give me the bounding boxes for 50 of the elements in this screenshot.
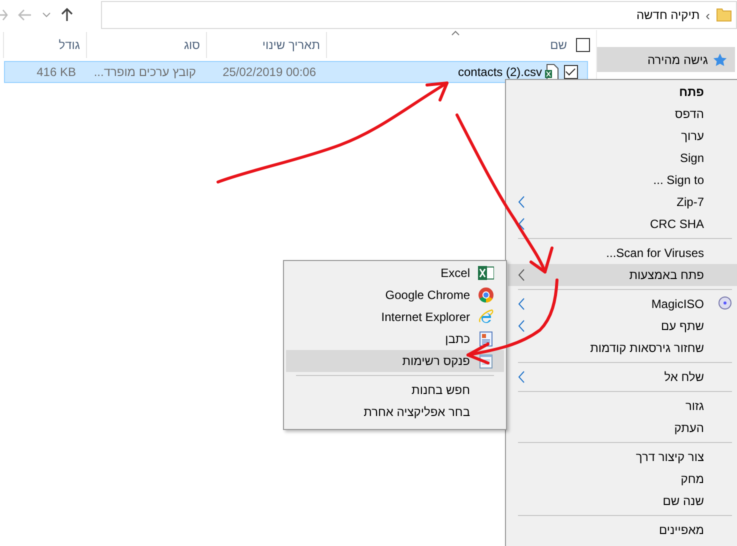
menu-item[interactable]: בחר אפליקציה אחרת: [286, 401, 504, 423]
browser-e-icon: [478, 309, 494, 325]
menu-item[interactable]: 7-Zip: [508, 191, 737, 213]
spreadsheet-app-icon: [478, 265, 494, 281]
breadcrumb-separator[interactable]: ›: [706, 8, 710, 22]
row-checkbox[interactable]: [564, 65, 578, 79]
menu-item[interactable]: Excel: [286, 262, 504, 284]
menu-item[interactable]: שלח אל: [508, 366, 737, 388]
menu-item[interactable]: MagicISO: [508, 293, 737, 315]
breadcrumb[interactable]: תיקיה חדשה: [636, 8, 700, 22]
menu-item[interactable]: Internet Explorer: [286, 306, 504, 328]
menu-item[interactable]: מחק: [508, 468, 737, 490]
document-app-icon: [478, 331, 494, 347]
browser-icon: [478, 287, 494, 303]
file-name: contacts (2).csv: [458, 65, 542, 79]
menu-item[interactable]: Sign: [508, 147, 737, 169]
menu-item[interactable]: הדפס: [508, 103, 737, 125]
column-header[interactable]: סוג: [86, 32, 206, 58]
menu-item[interactable]: שתף עם: [508, 315, 737, 337]
dropdown-icon[interactable]: [42, 12, 51, 18]
up-arrow-icon[interactable]: [61, 8, 73, 22]
menu-item[interactable]: פנקס רשימות: [286, 350, 504, 372]
menu-item[interactable]: פתח: [508, 81, 737, 103]
column-header[interactable]: שם: [550, 38, 567, 52]
menu-item[interactable]: מאפיינים: [508, 519, 737, 541]
column-header[interactable]: גודל: [3, 32, 86, 58]
spreadsheet-file-icon: [545, 64, 559, 80]
folder-icon: [716, 8, 732, 22]
menu-item[interactable]: פתח באמצעות: [508, 264, 737, 286]
disc-icon: [718, 296, 732, 310]
table-cell: קובץ ערכים מופרד...: [94, 65, 196, 79]
select-all-checkbox[interactable]: [576, 38, 590, 52]
sidebar-item[interactable]: גישה מהירה: [597, 47, 735, 72]
menu-item[interactable]: Google Chrome: [286, 284, 504, 306]
star-icon: [713, 52, 727, 66]
menu-item[interactable]: Scan for Viruses...: [508, 242, 737, 264]
column-header[interactable]: תאריך שינוי: [206, 32, 326, 58]
sort-caret-icon: [451, 30, 460, 36]
menu-item[interactable]: Sign to ...: [508, 169, 737, 191]
menu-item[interactable]: העתק: [508, 417, 737, 439]
menu-item[interactable]: שחזור גירסאות קודמות: [508, 337, 737, 359]
menu-item[interactable]: צור קיצור דרך: [508, 446, 737, 468]
menu-item[interactable]: גזור: [508, 395, 737, 417]
table-cell: 416 KB: [36, 65, 76, 79]
table-cell: 25/02/2019 00:06: [222, 65, 316, 79]
menu-item[interactable]: שנה שם: [508, 490, 737, 512]
menu-item[interactable]: כתבן: [286, 328, 504, 350]
menu-item[interactable]: חפש בחנות: [286, 379, 504, 401]
menu-item[interactable]: CRC SHA: [508, 213, 737, 235]
menu-item[interactable]: ערוך: [508, 125, 737, 147]
